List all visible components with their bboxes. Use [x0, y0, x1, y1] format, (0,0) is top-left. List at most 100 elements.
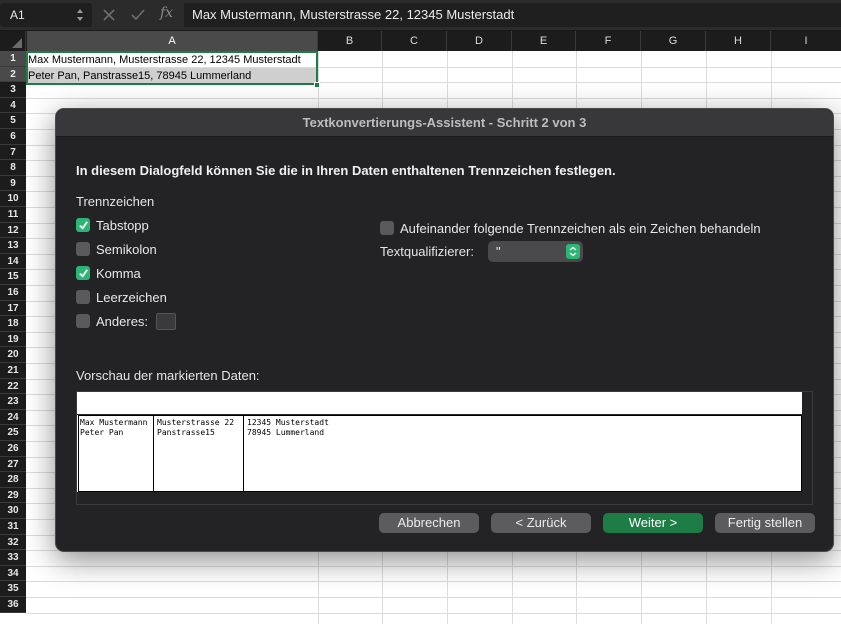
- preview-column[interactable]: 12345 Musterstadt 78945 Lummerland: [244, 416, 801, 491]
- delimiters-label: Trennzeichen: [76, 194, 155, 209]
- checkmark-icon[interactable]: [129, 6, 147, 24]
- checkbox-semicolon[interactable]: Semikolon: [76, 240, 157, 258]
- row-header-20[interactable]: 20: [0, 347, 26, 363]
- checkbox-tab[interactable]: Tabstopp: [76, 216, 149, 234]
- checkbox-other[interactable]: Anderes:: [76, 312, 177, 330]
- row-header-17[interactable]: 17: [0, 300, 26, 317]
- row-header-29[interactable]: 29: [0, 487, 26, 504]
- row-header-16[interactable]: 16: [0, 285, 26, 301]
- row-header-2[interactable]: 2: [0, 66, 26, 83]
- finish-button[interactable]: Fertig stellen: [715, 513, 815, 533]
- row-header-19[interactable]: 19: [0, 331, 26, 348]
- row-gridline: [26, 612, 841, 614]
- checkbox-unchecked-icon[interactable]: [76, 242, 90, 256]
- column-header-i[interactable]: I: [771, 31, 841, 51]
- text-import-wizard-dialog: Textkonvertierungs-Assistent - Schritt 2…: [55, 108, 834, 552]
- row-header-28[interactable]: 28: [0, 472, 26, 488]
- data-preview[interactable]: Max Mustermann Peter Pan Musterstrasse 2…: [76, 391, 813, 505]
- row-header-9[interactable]: 9: [0, 175, 26, 192]
- row-header-23[interactable]: 23: [0, 394, 26, 410]
- checkbox-unchecked-icon[interactable]: [76, 290, 90, 304]
- fill-handle[interactable]: [314, 82, 320, 88]
- checkbox-label: Tabstopp: [96, 217, 149, 233]
- checkbox-checked-icon[interactable]: [76, 266, 90, 280]
- dialog-heading: In diesem Dialogfeld können Sie die in I…: [76, 163, 616, 178]
- checkbox-label: Semikolon: [96, 241, 157, 257]
- row-header-15[interactable]: 15: [0, 269, 26, 285]
- preview-table[interactable]: Max Mustermann Peter Pan Musterstrasse 2…: [78, 415, 802, 492]
- checkbox-consecutive-delimiters[interactable]: Aufeinander folgende Trennzeichen als ei…: [380, 219, 761, 237]
- text-qualifier-label: Textqualifizierer:: [380, 244, 474, 259]
- row-header-7[interactable]: 7: [0, 144, 26, 161]
- row-header-5[interactable]: 5: [0, 113, 26, 129]
- row-gridline: [26, 581, 841, 583]
- row-header-31[interactable]: 31: [0, 519, 26, 535]
- row-gridline: [26, 97, 841, 99]
- row-header-10[interactable]: 10: [0, 191, 26, 207]
- preview-cell: Musterstrasse 22: [157, 418, 235, 427]
- checkbox-unchecked-icon[interactable]: [76, 314, 90, 328]
- column-header-e[interactable]: E: [512, 31, 576, 51]
- cancel-button[interactable]: Abbrechen: [379, 513, 479, 533]
- row-header-27[interactable]: 27: [0, 456, 26, 473]
- name-box-stepper-icon[interactable]: [76, 7, 84, 23]
- preview-label: Vorschau der markierten Daten:: [76, 368, 260, 383]
- row-header-3[interactable]: 3: [0, 82, 26, 98]
- row-header-8[interactable]: 8: [0, 160, 26, 176]
- row-header-18[interactable]: 18: [0, 316, 26, 332]
- column-header-d[interactable]: D: [447, 31, 512, 51]
- row-header-22[interactable]: 22: [0, 378, 26, 395]
- row-header-30[interactable]: 30: [0, 503, 26, 519]
- preview-column[interactable]: Musterstrasse 22 Panstrasse15: [154, 416, 244, 491]
- checkbox-space[interactable]: Leerzeichen: [76, 288, 167, 306]
- row-header-6[interactable]: 6: [0, 129, 26, 145]
- row-header-32[interactable]: 32: [0, 534, 26, 551]
- column-header-a[interactable]: A: [27, 31, 318, 51]
- preview-vertical-scrollbar[interactable]: [802, 392, 812, 504]
- formula-input[interactable]: Max Mustermann, Musterstrasse 22, 12345 …: [184, 3, 841, 27]
- column-headers: A B C D E F G H I: [0, 31, 841, 51]
- row-header-14[interactable]: 14: [0, 253, 26, 270]
- row-header-26[interactable]: 26: [0, 441, 26, 457]
- row-header-1[interactable]: 1: [0, 51, 26, 67]
- other-delimiter-input[interactable]: [156, 312, 177, 330]
- column-header-g[interactable]: G: [641, 31, 706, 51]
- row-header-35[interactable]: 35: [0, 581, 26, 597]
- preview-cell: Panstrasse15: [157, 428, 215, 437]
- column-header-f[interactable]: F: [576, 31, 641, 51]
- row-header-11[interactable]: 11: [0, 207, 26, 223]
- checkbox-checked-icon[interactable]: [76, 218, 90, 232]
- row-header-4[interactable]: 4: [0, 97, 26, 114]
- row-header-36[interactable]: 36: [0, 597, 26, 613]
- select-all-icon: [12, 38, 22, 48]
- checkbox-unchecked-icon[interactable]: [380, 221, 394, 235]
- text-qualifier-select[interactable]: ": [488, 241, 583, 262]
- row-header-33[interactable]: 33: [0, 550, 26, 566]
- function-icon[interactable]: fx: [160, 5, 173, 21]
- row-gridline: [26, 565, 841, 567]
- checkbox-label: Aufeinander folgende Trennzeichen als ei…: [400, 220, 761, 236]
- chevron-updown-icon: [566, 244, 580, 259]
- row-header-34[interactable]: 34: [0, 565, 26, 582]
- column-header-b[interactable]: B: [318, 31, 382, 51]
- row-header-24[interactable]: 24: [0, 409, 26, 426]
- row-header-13[interactable]: 13: [0, 238, 26, 254]
- next-button[interactable]: Weiter >: [603, 513, 703, 533]
- preview-cell: 78945 Lummerland: [247, 428, 325, 437]
- preview-horizontal-scrollbar[interactable]: [77, 492, 812, 504]
- preview-column[interactable]: Max Mustermann Peter Pan: [79, 416, 154, 491]
- row-header-25[interactable]: 25: [0, 425, 26, 441]
- preview-cell: Max Mustermann: [80, 418, 148, 427]
- row-header-12[interactable]: 12: [0, 222, 26, 239]
- checkbox-comma[interactable]: Komma: [76, 264, 141, 282]
- close-icon[interactable]: [100, 6, 118, 24]
- dialog-title: Textkonvertierungs-Assistent - Schritt 2…: [56, 109, 833, 137]
- text-qualifier-value: ": [496, 244, 501, 259]
- checkbox-label: Komma: [96, 265, 141, 281]
- back-button[interactable]: < Zurück: [491, 513, 591, 533]
- row-header-21[interactable]: 21: [0, 363, 26, 379]
- column-header-h[interactable]: H: [706, 31, 771, 51]
- checkbox-label: Leerzeichen: [96, 289, 167, 305]
- select-all-corner[interactable]: [0, 31, 26, 51]
- column-header-c[interactable]: C: [382, 31, 447, 51]
